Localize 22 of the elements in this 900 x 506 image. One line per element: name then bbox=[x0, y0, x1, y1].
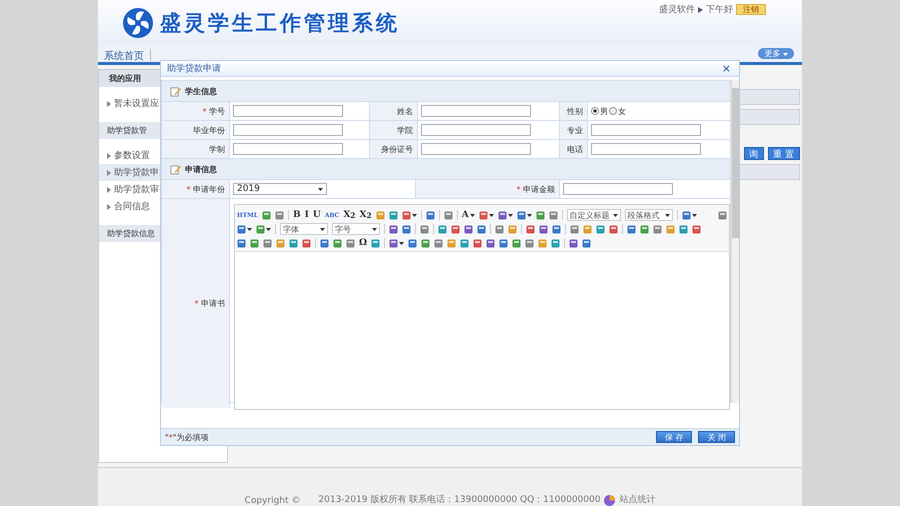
field-label: * 申请书 bbox=[194, 298, 225, 309]
copyright-text: Copyright © bbox=[244, 496, 300, 506]
field-label: 专业 bbox=[567, 124, 583, 136]
field-label: 电话 bbox=[567, 144, 583, 154]
field-label: 姓名 bbox=[397, 106, 413, 116]
radio-label: 女 bbox=[618, 106, 626, 116]
field-label: 身份证号 bbox=[381, 144, 413, 154]
section-title: 学生信息 bbox=[185, 86, 217, 96]
field-label: 性别 bbox=[567, 106, 583, 116]
field-label: * 申请金额 bbox=[516, 184, 555, 194]
company-name: 盛灵软件 bbox=[659, 4, 695, 16]
field-label: 毕业年份 bbox=[193, 124, 225, 136]
field-label: 学制 bbox=[209, 144, 225, 154]
greeting-text: 下午好 bbox=[706, 4, 733, 16]
field-label: * 学号 bbox=[202, 106, 225, 116]
field-label: 学院 bbox=[397, 124, 413, 136]
rights-text: 2013-2019 版权所有 联系电话：13900000000 QQ：1100000000 bbox=[318, 494, 600, 506]
required-note: "*"为必填项 bbox=[165, 432, 208, 442]
section-title: 申请信息 bbox=[185, 164, 217, 174]
field-label: * 申请年份 bbox=[186, 184, 225, 194]
system-title: 盛灵学生工作管理系统 bbox=[160, 10, 400, 37]
radio-label: 男 bbox=[600, 106, 608, 116]
